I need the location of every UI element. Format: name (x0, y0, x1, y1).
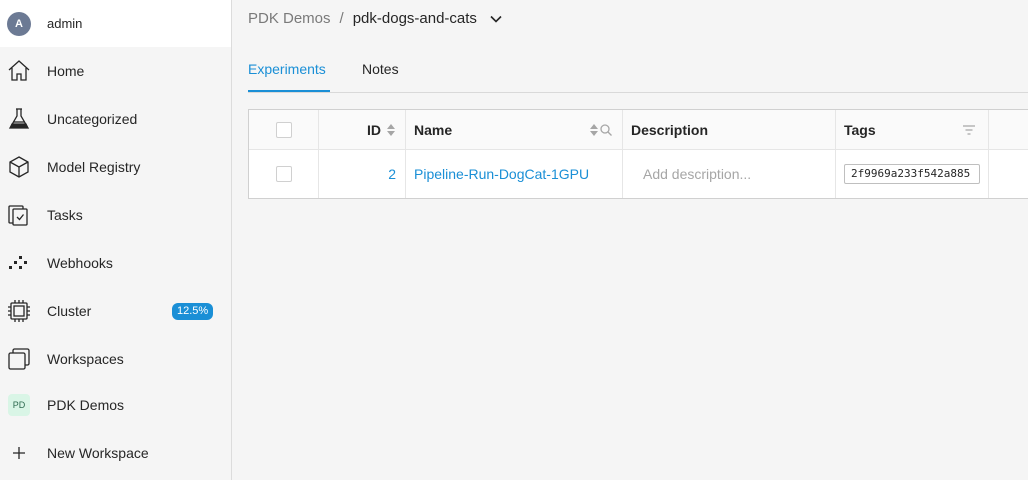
column-header-id: ID (367, 121, 381, 138)
header-extra-cell (989, 110, 1028, 149)
sort-icon[interactable] (387, 123, 395, 136)
sidebar-item-model-registry[interactable]: Model Registry (0, 143, 231, 191)
plus-icon (7, 441, 31, 465)
breadcrumb-separator: / (339, 10, 344, 27)
header-select-cell (249, 110, 319, 149)
workspace-tile: PD (8, 394, 30, 416)
sidebar-item-label: New Workspace (47, 445, 149, 461)
workspace-tile-icon: PD (7, 393, 31, 417)
sidebar-item-label: Cluster (47, 303, 92, 319)
tasks-icon (7, 203, 31, 227)
active-tab-indicator (248, 90, 330, 92)
column-header-tags: Tags (844, 121, 876, 138)
sidebar: A admin Home Uncategorized Model Registr… (0, 0, 232, 480)
home-icon (7, 59, 31, 83)
sidebar-item-label: Uncategorized (47, 111, 138, 127)
select-all-checkbox[interactable] (275, 121, 292, 138)
sidebar-item-label: PDK Demos (47, 397, 125, 413)
row-select-cell (249, 150, 319, 198)
chevron-down-icon[interactable] (489, 12, 503, 26)
row-checkbox[interactable] (275, 166, 292, 182)
description-placeholder[interactable]: Add description... (643, 166, 751, 182)
sidebar-item-cluster[interactable]: Cluster 12.5% (0, 287, 231, 335)
table-header-row: ID Name Description Tags (249, 110, 1028, 150)
header-name-cell[interactable]: Name (406, 110, 623, 149)
user-menu[interactable]: A admin (0, 0, 231, 47)
tab-bar: Experiments Notes (248, 56, 1028, 93)
breadcrumb: PDK Demos / pdk-dogs-and-cats (248, 10, 503, 27)
tab-experiments[interactable]: Experiments (248, 61, 326, 77)
sidebar-item-label: Tasks (47, 207, 83, 223)
header-tags-cell: Tags (836, 110, 989, 149)
sidebar-item-pdk-demos[interactable]: PD PDK Demos (0, 381, 231, 429)
chip-icon (7, 299, 31, 323)
tab-notes[interactable]: Notes (362, 61, 399, 77)
row-tags-cell: 2f9969a233f542a885 (836, 150, 989, 198)
sort-icon[interactable] (590, 123, 598, 136)
sidebar-item-workspaces[interactable]: Workspaces (0, 335, 231, 383)
breadcrumb-parent[interactable]: PDK Demos (248, 10, 331, 27)
filter-icon[interactable] (963, 124, 975, 135)
sidebar-item-new-workspace[interactable]: New Workspace (0, 429, 231, 477)
sidebar-item-label: Model Registry (47, 159, 141, 175)
row-extra-cell (989, 150, 1028, 198)
column-header-name: Name (414, 121, 453, 138)
experiment-id[interactable]: 2 (388, 166, 396, 182)
header-id-cell[interactable]: ID (319, 110, 406, 149)
main-content: PDK Demos / pdk-dogs-and-cats Experiment… (232, 0, 1028, 480)
sidebar-item-label: Workspaces (47, 351, 124, 367)
search-icon[interactable] (600, 123, 612, 136)
row-id-cell: 2 (319, 150, 406, 198)
flask-icon (7, 107, 31, 131)
experiments-table: ID Name Description Tags 2 Pipeline-Run-… (248, 109, 1028, 199)
username: admin (47, 16, 83, 31)
webhooks-icon (7, 251, 31, 275)
table-row[interactable]: 2 Pipeline-Run-DogCat-1GPU Add descripti… (249, 150, 1028, 198)
row-description-cell[interactable]: Add description... (623, 150, 836, 198)
sidebar-item-uncategorized[interactable]: Uncategorized (0, 95, 231, 143)
cluster-usage-badge: 12.5% (172, 302, 214, 320)
header-description-cell: Description (623, 110, 836, 149)
column-header-description: Description (631, 121, 709, 138)
sidebar-item-home[interactable]: Home (0, 47, 231, 95)
sidebar-item-webhooks[interactable]: Webhooks (0, 239, 231, 287)
breadcrumb-current: pdk-dogs-and-cats (352, 10, 477, 27)
workspaces-icon (7, 347, 31, 371)
sidebar-item-label: Home (47, 63, 85, 79)
cube-icon (7, 155, 31, 179)
avatar[interactable]: A (7, 11, 31, 36)
sidebar-item-label: Webhooks (47, 255, 113, 271)
experiment-name-link[interactable]: Pipeline-Run-DogCat-1GPU (414, 166, 589, 182)
tag-chip[interactable]: 2f9969a233f542a885 (844, 164, 980, 184)
sidebar-item-tasks[interactable]: Tasks (0, 191, 231, 239)
row-name-cell: Pipeline-Run-DogCat-1GPU (406, 150, 623, 198)
